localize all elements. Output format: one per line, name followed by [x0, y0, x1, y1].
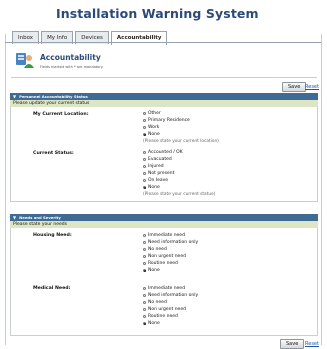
medical-label: Medical Need:	[33, 286, 71, 291]
location-option[interactable]: None	[143, 132, 160, 137]
accountability-icon	[16, 53, 34, 68]
radio-button[interactable]	[143, 294, 146, 297]
radio-button[interactable]	[143, 112, 146, 115]
status-option[interactable]: Evacuated	[143, 157, 172, 162]
status-option[interactable]: None	[143, 185, 160, 190]
medical-option[interactable]: Need information only	[143, 293, 198, 298]
section-instruction: Please update your current status	[10, 100, 318, 107]
status-hint: (Please state your current statue)	[143, 192, 216, 197]
location-option[interactable]: Other	[143, 111, 161, 116]
radio-button[interactable]	[143, 287, 146, 290]
medical-option[interactable]: None	[143, 321, 160, 326]
status-option[interactable]: Injured	[143, 164, 164, 169]
housing-option[interactable]: None	[143, 268, 160, 273]
radio-button[interactable]	[143, 301, 146, 304]
location-option[interactable]: Work	[143, 125, 159, 130]
collapse-triangle-icon[interactable]: ▼	[13, 93, 16, 100]
radio-button[interactable]	[143, 119, 146, 122]
radio-button[interactable]	[143, 165, 146, 168]
app-title: Installation Warning System	[56, 6, 259, 21]
radio-button-selected[interactable]	[143, 133, 146, 136]
section-header-needs[interactable]: ▼ Needs and Severity	[10, 214, 318, 221]
radio-button-selected[interactable]	[143, 322, 146, 325]
radio-button[interactable]	[143, 179, 146, 182]
medical-option[interactable]: No need	[143, 300, 167, 305]
radio-button-selected[interactable]	[143, 186, 146, 189]
housing-label: Housing Need:	[33, 233, 72, 238]
section-title: Needs and Severity	[19, 215, 61, 220]
mandatory-note: Fields marked with * are mandatory.	[40, 65, 104, 69]
section-instruction: Please state your needs	[10, 221, 318, 228]
reset-link[interactable]: Reset	[305, 84, 319, 90]
location-hint: (Please state your current location)	[143, 139, 219, 144]
section-header-accountability[interactable]: ▼ Personnel Accountability Status	[10, 93, 318, 100]
status-option[interactable]: Accounted / OK	[143, 150, 183, 155]
header-divider	[11, 77, 317, 78]
radio-button[interactable]	[143, 248, 146, 251]
housing-option[interactable]: Need information only	[143, 240, 198, 245]
tab-divider	[5, 42, 321, 43]
housing-option[interactable]: Immediate need	[143, 233, 185, 238]
collapse-triangle-icon[interactable]: ▼	[13, 214, 16, 221]
status-option[interactable]: Not present	[143, 171, 174, 176]
radio-button[interactable]	[143, 315, 146, 318]
radio-button[interactable]	[143, 172, 146, 175]
radio-button[interactable]	[143, 151, 146, 154]
radio-button[interactable]	[143, 308, 146, 311]
medical-option[interactable]: Immediate need	[143, 286, 185, 291]
radio-button[interactable]	[143, 126, 146, 129]
radio-button[interactable]	[143, 241, 146, 244]
radio-button[interactable]	[143, 234, 146, 237]
radio-button[interactable]	[143, 262, 146, 265]
page-title: Accountability	[40, 53, 101, 62]
medical-option[interactable]: Non urgent need	[143, 307, 186, 312]
radio-button[interactable]	[143, 158, 146, 161]
status-label: Current Status:	[33, 151, 74, 156]
housing-option[interactable]: Non urgent need	[143, 254, 186, 259]
medical-option[interactable]: Routine need	[143, 314, 178, 319]
reset-link-bottom[interactable]: Reset	[305, 341, 319, 347]
housing-option[interactable]: Routine need	[143, 261, 178, 266]
housing-option[interactable]: No need	[143, 247, 167, 252]
location-option[interactable]: Primary Residence	[143, 118, 190, 123]
save-button[interactable]: Save	[282, 82, 307, 92]
location-label: My Current Location:	[33, 112, 89, 117]
save-button-bottom[interactable]: Save	[280, 339, 305, 349]
section-title: Personnel Accountability Status	[19, 94, 88, 99]
radio-button-selected[interactable]	[143, 269, 146, 272]
status-option[interactable]: On leave	[143, 178, 168, 183]
radio-button[interactable]	[143, 255, 146, 258]
